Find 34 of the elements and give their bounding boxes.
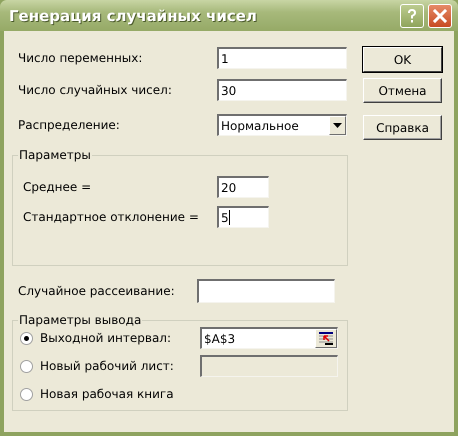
dialog-button[interactable]: Отмена bbox=[363, 78, 442, 103]
group-title: Параметры bbox=[18, 148, 92, 162]
group-title: Параметры вывода bbox=[18, 313, 142, 327]
option-label[interactable]: Новая рабочая книга bbox=[40, 387, 200, 401]
field-label: Распределение: bbox=[18, 118, 121, 132]
help-icon bbox=[406, 8, 418, 24]
dropdown-button[interactable] bbox=[329, 116, 346, 135]
range-select-icon bbox=[319, 332, 333, 345]
dialog-button[interactable]: Справка bbox=[363, 115, 442, 140]
window-title: Генерация случайных чисел bbox=[9, 6, 257, 24]
field-label: Число переменных: bbox=[18, 51, 144, 65]
help-button[interactable] bbox=[400, 4, 424, 28]
field-label: Стандартное отклонение = bbox=[23, 210, 200, 224]
field-label: Среднее = bbox=[23, 180, 92, 194]
field-label: Число случайных чисел: bbox=[18, 83, 173, 97]
close-icon bbox=[433, 8, 447, 22]
radio-button[interactable] bbox=[20, 332, 33, 344]
option-label[interactable]: Выходной интервал: bbox=[40, 331, 200, 345]
input-field[interactable]: 20 bbox=[217, 176, 269, 198]
input-field[interactable]: 30 bbox=[217, 79, 347, 101]
range-select-button[interactable] bbox=[315, 329, 337, 348]
radio-button[interactable] bbox=[20, 360, 33, 372]
radio-button[interactable] bbox=[20, 388, 33, 400]
input-field[interactable]: 5 bbox=[217, 206, 269, 228]
input-field[interactable] bbox=[197, 279, 335, 303]
close-button[interactable] bbox=[428, 4, 452, 28]
input-field[interactable]: 1 bbox=[217, 47, 347, 69]
dialog-button[interactable]: OK bbox=[363, 47, 442, 72]
option-label[interactable]: Новый рабочий лист: bbox=[40, 359, 200, 373]
caret-icon bbox=[333, 123, 342, 128]
distribution-dropdown[interactable]: Нормальное bbox=[217, 114, 347, 136]
field-label: Случайное рассеивание: bbox=[18, 284, 176, 298]
text-cursor bbox=[228, 210, 230, 225]
input-field[interactable]: $A$3 bbox=[200, 327, 338, 349]
